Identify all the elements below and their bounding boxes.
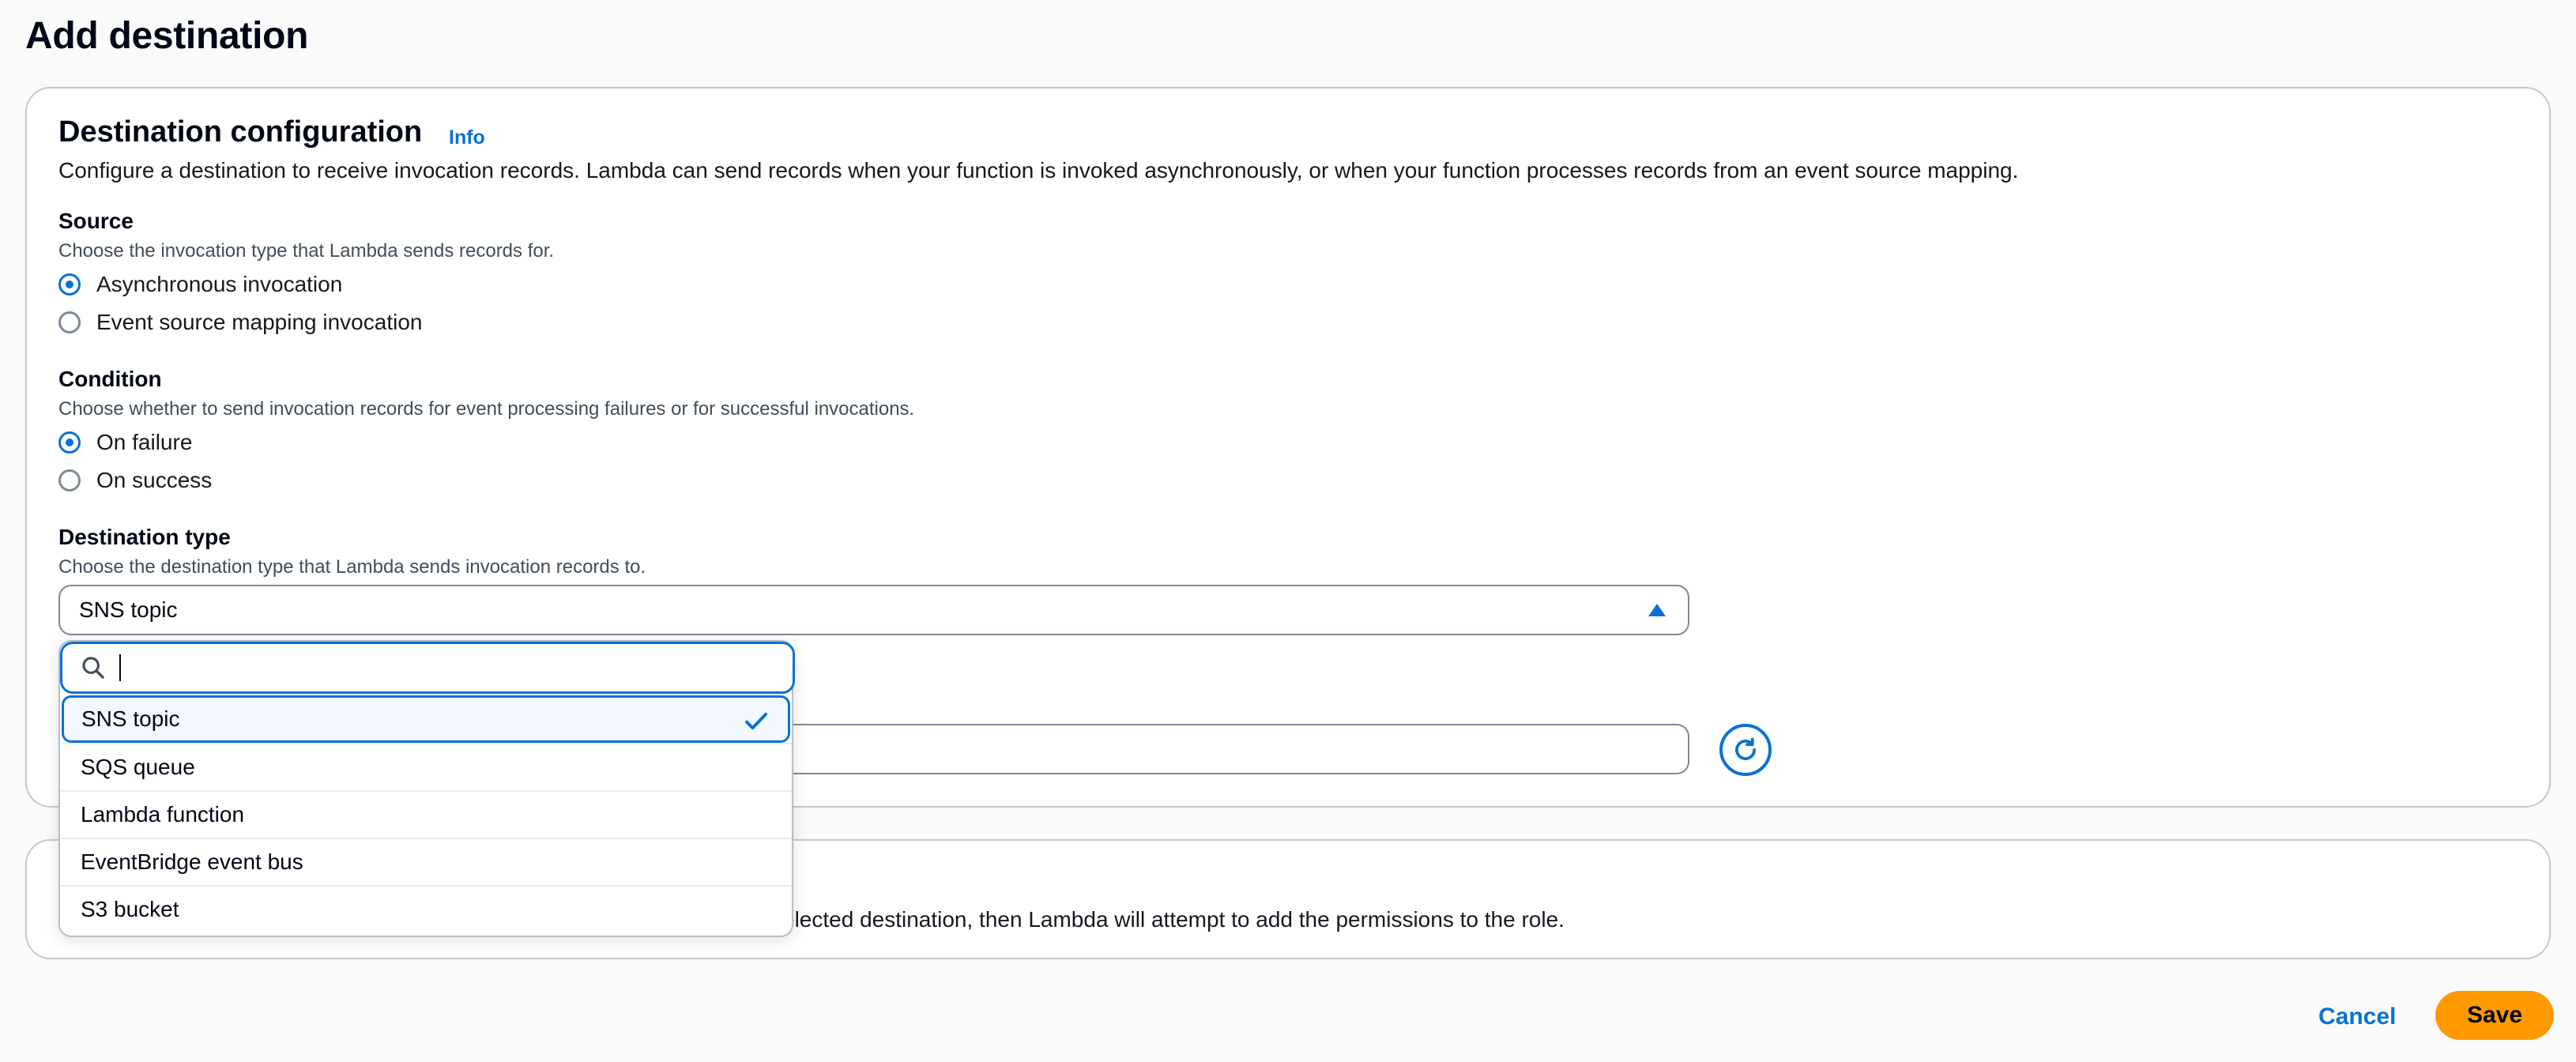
- radio-on-failure[interactable]: On failure: [58, 428, 192, 457]
- permissions-text: elected destination, then Lambda will at…: [782, 907, 1565, 932]
- radio-label: Event source mapping invocation: [96, 310, 423, 334]
- destination-type-help: Choose the destination type that Lambda …: [58, 556, 646, 578]
- option-eventbridge-event-bus[interactable]: EventBridge event bus: [60, 838, 792, 885]
- option-label: SQS queue: [81, 755, 195, 779]
- option-lambda-function[interactable]: Lambda function: [60, 790, 792, 838]
- source-label: Source: [58, 209, 134, 233]
- select-value: SNS topic: [79, 597, 178, 622]
- destination-type-dropdown: SNS topic SQS queue Lambda function Even…: [58, 640, 795, 937]
- radio-button[interactable]: [58, 311, 81, 333]
- option-label: SNS topic: [81, 706, 180, 731]
- radio-event-source-mapping-invocation[interactable]: Event source mapping invocation: [58, 308, 422, 337]
- radio-on-success[interactable]: On success: [58, 466, 212, 495]
- section-heading: Destination configuration: [58, 115, 423, 149]
- option-label: S3 bucket: [81, 897, 179, 921]
- option-sqs-queue[interactable]: SQS queue: [60, 743, 792, 790]
- refresh-icon: [1735, 737, 1756, 760]
- radio-label: On success: [96, 468, 213, 492]
- condition-label: Condition: [58, 367, 162, 391]
- radio-button-checked[interactable]: [58, 273, 81, 296]
- dropdown-options: SNS topic SQS queue Lambda function Even…: [60, 695, 792, 932]
- search-icon: [82, 657, 104, 679]
- caret-up-icon: [1648, 604, 1666, 616]
- option-label: EventBridge event bus: [81, 849, 303, 874]
- radio-asynchronous-invocation[interactable]: Asynchronous invocation: [58, 270, 342, 299]
- destination-input[interactable]: [782, 724, 1689, 774]
- page-title: Add destination: [25, 15, 309, 57]
- option-sns-topic[interactable]: SNS topic: [62, 695, 790, 743]
- refresh-button[interactable]: [1719, 724, 1772, 776]
- option-label: Lambda function: [81, 802, 245, 827]
- destination-type-select[interactable]: SNS topic: [58, 585, 1689, 635]
- radio-label: On failure: [96, 430, 193, 454]
- destination-type-label: Destination type: [58, 525, 231, 549]
- radio-button-checked[interactable]: [58, 431, 81, 454]
- cancel-button[interactable]: Cancel: [2318, 1004, 2396, 1030]
- radio-label: Asynchronous invocation: [96, 272, 343, 296]
- info-link[interactable]: Info: [449, 126, 485, 149]
- save-button[interactable]: Save: [2435, 991, 2554, 1040]
- section-description: Configure a destination to receive invoc…: [58, 158, 2019, 183]
- text-cursor: [119, 654, 121, 681]
- source-help: Choose the invocation type that Lambda s…: [58, 240, 555, 262]
- check-icon: [745, 713, 767, 730]
- dropdown-search-input[interactable]: [60, 642, 795, 694]
- option-s3-bucket[interactable]: S3 bucket: [60, 885, 792, 932]
- radio-button[interactable]: [58, 469, 81, 491]
- condition-help: Choose whether to send invocation record…: [58, 398, 915, 420]
